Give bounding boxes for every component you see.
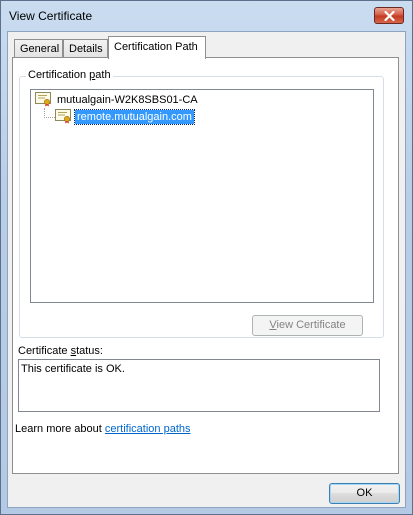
tab-certification-path[interactable]: Certification Path bbox=[108, 36, 206, 59]
close-icon bbox=[384, 11, 395, 21]
certificate-icon bbox=[55, 109, 71, 124]
certification-path-label: Certification path bbox=[26, 69, 113, 81]
tab-general-label: General bbox=[20, 43, 60, 55]
view-certificate-button[interactable]: View Certificate bbox=[252, 315, 363, 336]
learn-more-prefix: Learn more about bbox=[15, 423, 105, 435]
tab-details[interactable]: Details bbox=[63, 39, 108, 58]
tab-certification-path-label: Certification Path bbox=[114, 41, 198, 53]
dialog-client: General Details Certification Path Certi… bbox=[7, 31, 406, 508]
learn-more-text: Learn more about certification paths bbox=[15, 423, 191, 435]
ok-button[interactable]: OK bbox=[329, 483, 400, 504]
tab-details-label: Details bbox=[69, 43, 103, 55]
certificate-status-label: Certificate status: bbox=[18, 345, 103, 357]
tree-node-root-ca-label: mutualgain-W2K8SBS01-CA bbox=[57, 94, 198, 106]
certification-paths-link[interactable]: certification paths bbox=[105, 423, 191, 435]
certification-path-group: Certification path mutualgain-W2K8SBS01-… bbox=[19, 69, 384, 338]
tab-general[interactable]: General bbox=[14, 39, 63, 58]
title-bar[interactable]: View Certificate bbox=[1, 1, 412, 31]
tree-connector bbox=[44, 108, 55, 118]
certificate-icon bbox=[35, 92, 51, 107]
certificate-status-text[interactable]: This certificate is OK. bbox=[18, 359, 380, 412]
tree-node-remote-label: remote.mutualgain.com bbox=[74, 109, 195, 125]
close-button[interactable] bbox=[374, 7, 404, 24]
view-certificate-window: View Certificate General Details Certifi… bbox=[0, 0, 413, 515]
window-title: View Certificate bbox=[9, 9, 93, 23]
certification-path-tree[interactable]: mutualgain-W2K8SBS01-CA remote.mutualgai… bbox=[30, 89, 374, 303]
